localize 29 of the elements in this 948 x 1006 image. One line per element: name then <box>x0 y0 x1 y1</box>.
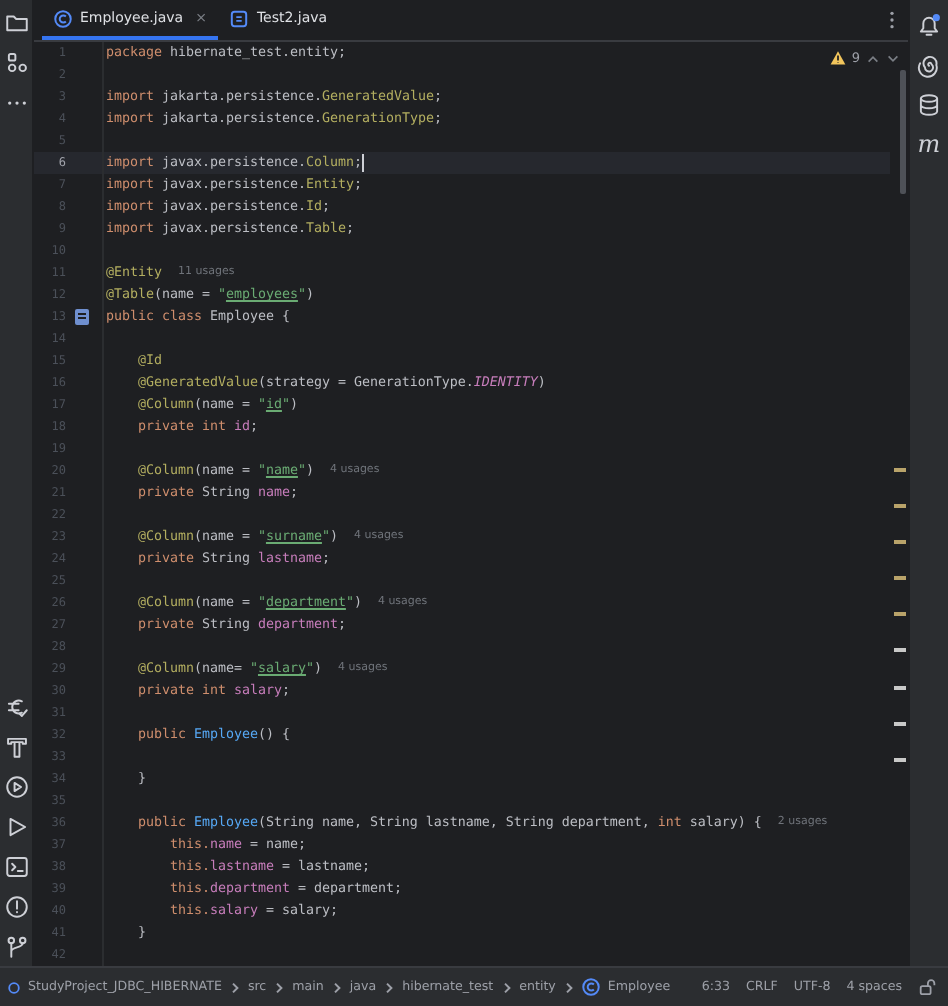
maven-icon[interactable]: m <box>917 132 941 158</box>
lock-icon[interactable] <box>918 978 936 996</box>
chevron-right-icon <box>229 981 240 993</box>
chevron-right-icon <box>384 981 395 993</box>
more-icon[interactable] <box>888 10 896 30</box>
class-file-icon[interactable] <box>74 308 90 326</box>
database-icon[interactable] <box>916 92 942 118</box>
chevron-right-icon <box>274 981 285 993</box>
chevron-right-icon <box>331 981 342 993</box>
spiral-icon[interactable] <box>916 52 942 78</box>
terminal-icon[interactable] <box>3 854 29 880</box>
chevron-right-icon <box>501 981 512 993</box>
hammer-icon[interactable] <box>3 734 29 760</box>
warning-icon <box>829 50 846 66</box>
structure-icon[interactable] <box>3 50 29 76</box>
branch-icon[interactable] <box>3 934 29 960</box>
scrollbar-thumb[interactable] <box>900 70 906 194</box>
bell-icon[interactable] <box>916 12 942 38</box>
play-circle-icon[interactable] <box>3 774 29 800</box>
class-icon <box>54 9 72 27</box>
java-file-icon <box>230 9 249 27</box>
warning-icon[interactable] <box>3 894 29 920</box>
chevron-right-icon <box>563 981 574 993</box>
class-icon <box>581 978 600 996</box>
chevron-down-icon[interactable] <box>886 51 900 65</box>
chevron-up-icon[interactable] <box>866 51 880 65</box>
folder-icon[interactable] <box>3 10 29 36</box>
text-cursor <box>361 154 364 172</box>
module-icon <box>8 981 20 993</box>
